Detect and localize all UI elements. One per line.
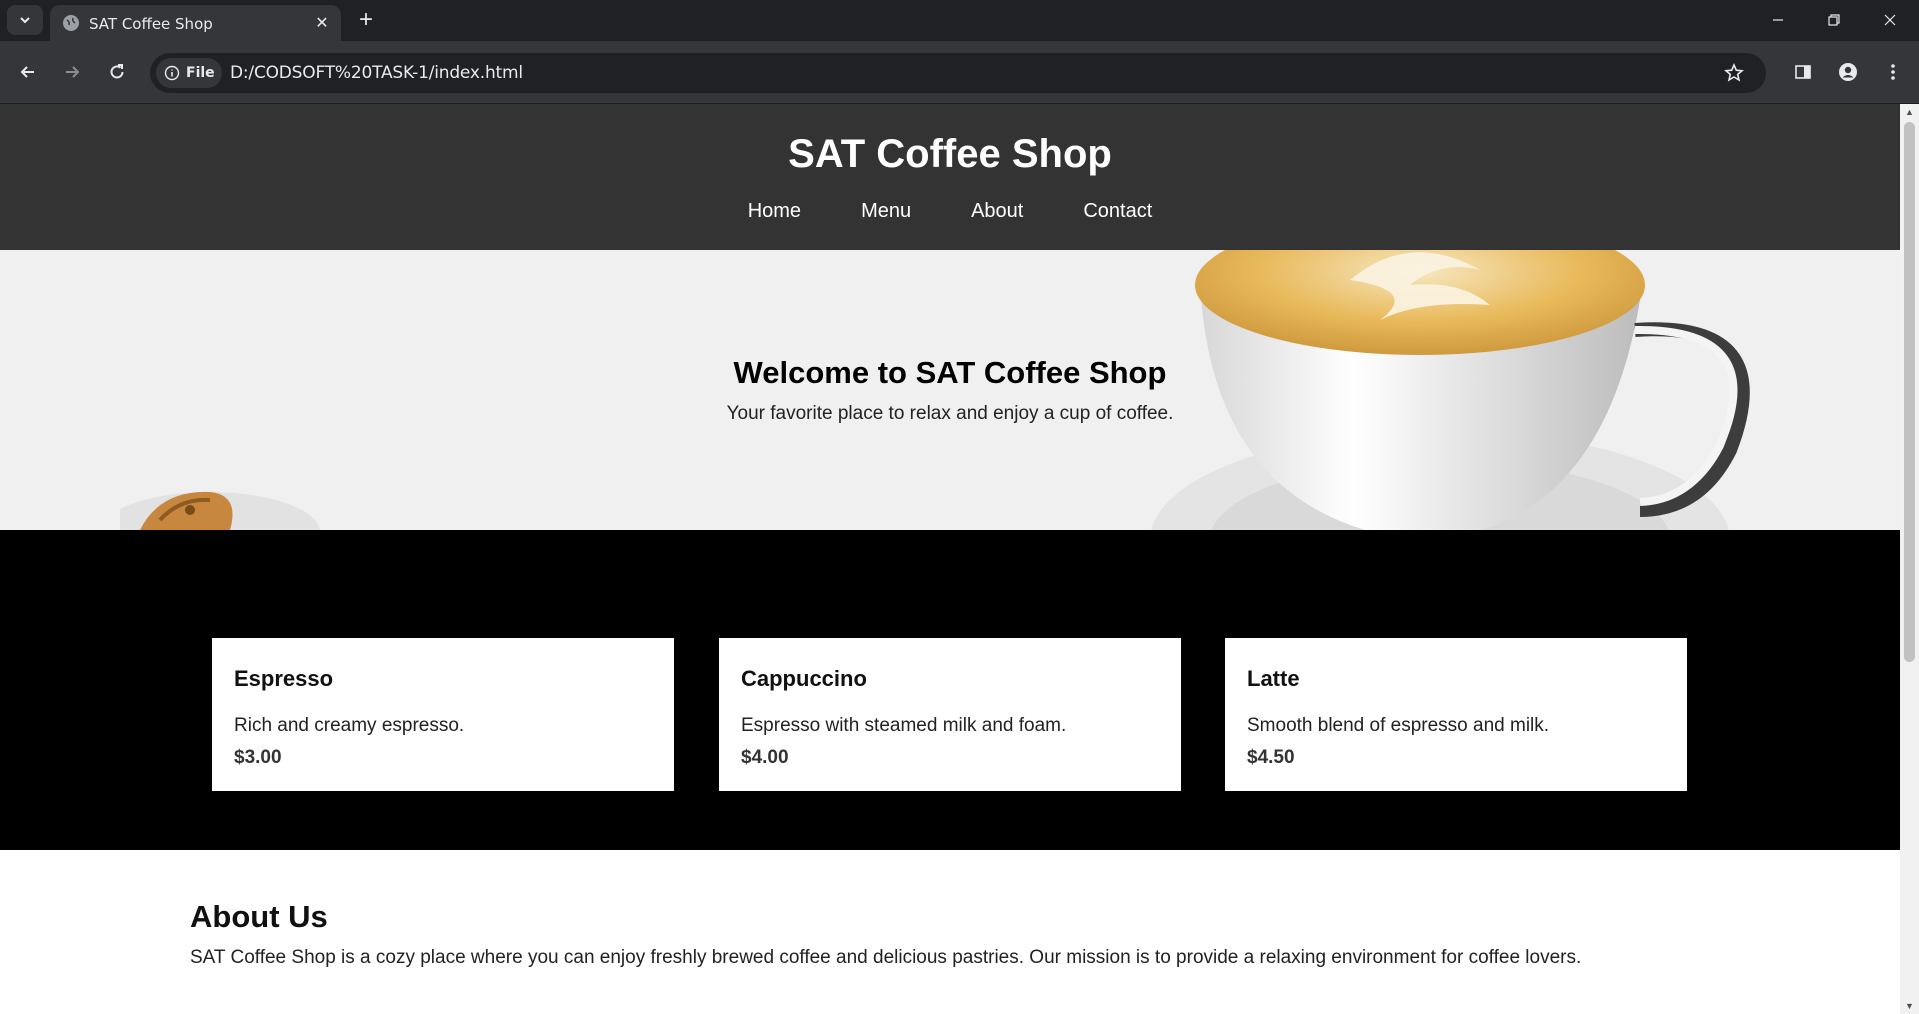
scroll-down-icon[interactable]: ▼	[1904, 1001, 1915, 1011]
file-chip-label: File	[186, 65, 215, 81]
close-icon	[1884, 14, 1896, 26]
restore-button[interactable]	[1806, 0, 1862, 40]
page-viewport: SAT Coffee Shop Home Menu About Contact	[0, 104, 1900, 1014]
menu-item-name: Espresso	[234, 666, 334, 691]
kebab-menu-icon	[1891, 64, 1895, 80]
menu-item-description: Smooth blend of espresso and milk.	[1247, 715, 1550, 736]
restore-icon	[1828, 14, 1840, 26]
reload-button[interactable]	[102, 57, 132, 87]
tab-title: SAT Coffee Shop	[89, 15, 213, 33]
tab-search-button[interactable]	[7, 5, 43, 35]
forward-button[interactable]	[57, 57, 87, 87]
close-window-button[interactable]	[1862, 0, 1918, 40]
site-nav: Home Menu About Contact	[0, 200, 1900, 223]
site-title: SAT Coffee Shop	[788, 132, 1112, 176]
scrollbar-thumb[interactable]	[1904, 122, 1915, 662]
menu-item-description: Rich and creamy espresso.	[234, 715, 465, 736]
nav-about[interactable]: About	[971, 200, 1023, 223]
menu-section: Espresso Rich and creamy espresso. $3.00…	[0, 530, 1900, 850]
menu-item-name: Cappuccino	[741, 666, 867, 691]
globe-icon	[63, 15, 79, 31]
nav-home[interactable]: Home	[748, 200, 801, 223]
url-text[interactable]: D:/CODSOFT%20TASK-1/index.html	[230, 63, 523, 83]
side-panel-icon	[1795, 65, 1811, 79]
minimize-button[interactable]	[1750, 0, 1806, 40]
about-text: SAT Coffee Shop is a cozy place where yo…	[190, 947, 1582, 968]
about-title: About Us	[190, 899, 328, 934]
new-tab-button[interactable]: +	[352, 6, 380, 34]
browser-toolbar: File D:/CODSOFT%20TASK-1/index.html	[0, 41, 1919, 104]
arrow-left-icon	[20, 66, 34, 78]
address-bar[interactable]: File D:/CODSOFT%20TASK-1/index.html	[150, 53, 1766, 93]
menu-item-name: Latte	[1247, 666, 1300, 691]
menu-card: Latte Smooth blend of espresso and milk.…	[1225, 638, 1687, 791]
side-panel-button[interactable]	[1788, 57, 1818, 87]
bookmark-star-icon[interactable]	[1724, 63, 1744, 88]
nav-menu[interactable]: Menu	[861, 200, 911, 223]
avatar-icon	[1839, 63, 1857, 81]
info-icon	[164, 65, 180, 81]
hero-text: Welcome to SAT Coffee Shop Your favorite…	[0, 355, 1900, 425]
menu-item-price: $4.50	[1247, 747, 1295, 768]
about-section: About Us SAT Coffee Shop is a cozy place…	[190, 899, 1690, 969]
chevron-down-icon	[20, 17, 30, 24]
minimize-icon	[1773, 19, 1783, 21]
tab-strip: SAT Coffee Shop ✕ +	[0, 0, 1919, 41]
nav-contact[interactable]: Contact	[1083, 200, 1152, 223]
site-header: SAT Coffee Shop Home Menu About Contact	[0, 104, 1900, 250]
arrow-right-icon	[66, 66, 80, 78]
hero-subtitle: Your favorite place to relax and enjoy a…	[726, 403, 1174, 424]
hero-title: Welcome to SAT Coffee Shop	[733, 355, 1167, 390]
close-tab-icon[interactable]: ✕	[312, 13, 332, 33]
menu-item-description: Espresso with steamed milk and foam.	[741, 715, 1067, 736]
browser-menu-button[interactable]	[1878, 57, 1908, 87]
hero-section: Welcome to SAT Coffee Shop Your favorite…	[0, 250, 1900, 530]
site-info-chip[interactable]: File	[156, 58, 222, 88]
menu-card: Espresso Rich and creamy espresso. $3.00	[212, 638, 674, 791]
pastry-image	[120, 491, 320, 530]
scroll-up-icon[interactable]: ▲	[1904, 107, 1915, 117]
menu-card: Cappuccino Espresso with steamed milk an…	[719, 638, 1181, 791]
profile-button[interactable]	[1833, 57, 1863, 87]
menu-item-price: $4.00	[741, 747, 789, 768]
vertical-scrollbar[interactable]: ▲ ▼	[1900, 104, 1919, 1014]
reload-icon	[110, 64, 124, 79]
browser-tab[interactable]: SAT Coffee Shop ✕	[50, 5, 341, 41]
back-button[interactable]	[13, 57, 43, 87]
menu-item-price: $3.00	[234, 747, 282, 768]
